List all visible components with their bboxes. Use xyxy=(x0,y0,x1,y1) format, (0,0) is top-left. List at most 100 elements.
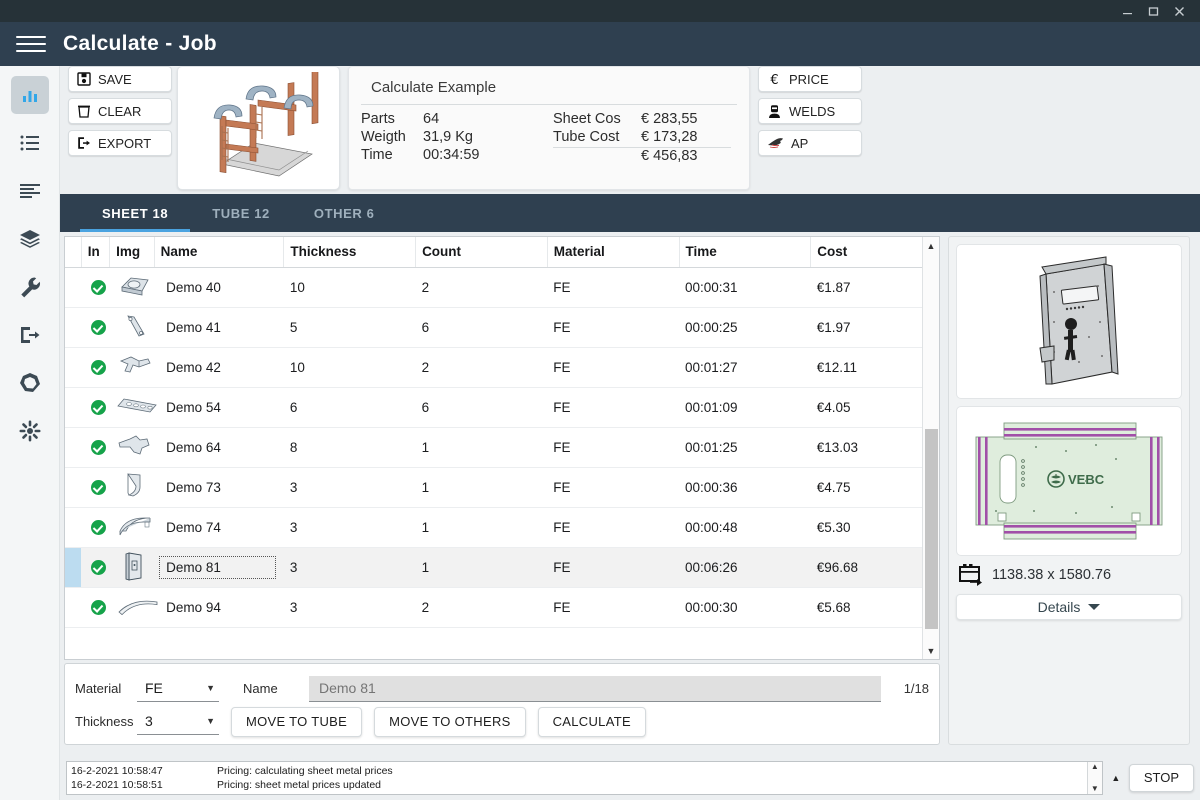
table-scrollbar[interactable]: ▲ ▼ xyxy=(922,237,939,659)
sidebar-item-logout[interactable] xyxy=(11,316,49,354)
row-material[interactable]: FE xyxy=(547,507,679,548)
row-thickness[interactable]: 10 xyxy=(283,347,416,388)
material-select[interactable]: FE ▼ xyxy=(137,675,219,702)
row-thickness[interactable]: 10 xyxy=(283,267,416,308)
col-count[interactable]: Count xyxy=(415,237,548,268)
sidebar-item-layers[interactable] xyxy=(11,220,49,258)
row-include-checkbox[interactable] xyxy=(81,427,110,468)
row-material[interactable]: FE xyxy=(547,267,679,308)
row-include-checkbox[interactable] xyxy=(81,347,110,388)
tab-sheet[interactable]: SHEET 18 xyxy=(80,194,191,232)
row-material[interactable]: FE xyxy=(547,547,679,588)
row-include-checkbox[interactable] xyxy=(81,587,110,628)
row-material[interactable]: FE xyxy=(547,307,679,348)
scroll-up-icon[interactable]: ▲ xyxy=(923,237,939,254)
minimize-button[interactable] xyxy=(1114,0,1140,22)
row-thickness[interactable]: 3 xyxy=(283,467,416,508)
row-thickness[interactable]: 3 xyxy=(283,547,416,588)
row-count[interactable]: 2 xyxy=(415,267,548,308)
row-count[interactable]: 1 xyxy=(415,507,548,548)
welds-button[interactable]: WELDS xyxy=(758,98,862,124)
row-name[interactable]: Demo 42 xyxy=(154,347,284,388)
row-count[interactable]: 6 xyxy=(415,307,548,348)
stop-button[interactable]: STOP xyxy=(1128,763,1194,792)
part-iso-preview[interactable] xyxy=(956,244,1182,399)
sidebar-item-nesting[interactable] xyxy=(11,364,49,402)
scrollbar-thumb[interactable] xyxy=(925,429,938,629)
ap-button[interactable]: AP xyxy=(758,130,862,156)
part-flat-preview[interactable]: VEBC xyxy=(956,406,1182,556)
details-button[interactable]: Details xyxy=(956,594,1182,620)
name-input[interactable] xyxy=(309,675,881,702)
sidebar-item-list[interactable] xyxy=(11,124,49,162)
row-count[interactable]: 1 xyxy=(415,427,548,468)
price-button[interactable]: € PRICE xyxy=(758,66,862,92)
move-to-tube-button[interactable]: MOVE TO TUBE xyxy=(231,706,363,737)
row-name[interactable]: Demo 81 xyxy=(154,547,284,588)
save-button[interactable]: SAVE xyxy=(68,66,172,92)
sidebar-item-dashboard[interactable] xyxy=(10,76,49,114)
row-count[interactable]: 6 xyxy=(415,387,548,428)
thickness-select[interactable]: 3 ▼ xyxy=(137,708,219,735)
scroll-down-icon[interactable]: ▼ xyxy=(923,642,939,659)
table-row[interactable]: Demo 54 6 6 FE 00:01:09 €4.05 xyxy=(65,387,939,428)
export-button[interactable]: EXPORT xyxy=(68,130,172,156)
col-thickness[interactable]: Thickness xyxy=(283,237,417,268)
row-include-checkbox[interactable] xyxy=(81,547,110,588)
col-cost[interactable]: Cost xyxy=(810,237,939,268)
row-thickness[interactable]: 5 xyxy=(283,307,416,348)
move-to-others-button[interactable]: MOVE TO OTHERS xyxy=(374,706,526,737)
table-row[interactable]: Demo 74 3 1 FE 00:00:48 €5.30 xyxy=(65,507,939,548)
row-name[interactable]: Demo 74 xyxy=(154,507,284,548)
row-name[interactable]: Demo 54 xyxy=(154,387,284,428)
row-include-checkbox[interactable] xyxy=(81,507,110,548)
row-thickness[interactable]: 8 xyxy=(283,427,416,468)
row-material[interactable]: FE xyxy=(547,587,679,628)
col-img[interactable]: Img xyxy=(109,237,155,268)
row-name[interactable]: Demo 94 xyxy=(154,587,284,628)
table-row[interactable]: Demo 81 3 1 FE 00:06:26 €96.68 xyxy=(65,547,939,588)
col-time[interactable]: Time xyxy=(679,237,812,268)
row-include-checkbox[interactable] xyxy=(81,307,110,348)
row-material[interactable]: FE xyxy=(547,387,679,428)
row-material[interactable]: FE xyxy=(547,427,679,468)
table-row[interactable]: Demo 94 3 2 FE 00:00:30 €5.68 xyxy=(65,587,939,628)
table-row[interactable]: Demo 40 10 2 FE 00:00:31 €1.87 xyxy=(65,267,939,308)
scroll-down-icon[interactable]: ▼ xyxy=(1091,784,1099,793)
row-thickness[interactable]: 3 xyxy=(283,507,416,548)
sidebar-item-settings[interactable] xyxy=(11,412,49,450)
log-panel[interactable]: 16-2-2021 10:58:47 Pricing: calculating … xyxy=(66,760,1103,795)
row-material[interactable]: FE xyxy=(547,347,679,388)
row-count[interactable]: 2 xyxy=(415,347,548,388)
row-name[interactable]: Demo 40 xyxy=(154,267,284,308)
hamburger-icon[interactable] xyxy=(16,33,46,55)
row-count[interactable]: 2 xyxy=(415,587,548,628)
tab-tube[interactable]: TUBE 12 xyxy=(190,194,292,232)
row-include-checkbox[interactable] xyxy=(81,387,110,428)
table-row[interactable]: Demo 42 10 2 FE 00:01:27 €12.11 xyxy=(65,347,939,388)
tab-other[interactable]: OTHER 6 xyxy=(292,194,397,232)
row-thickness[interactable]: 6 xyxy=(283,387,416,428)
row-include-checkbox[interactable] xyxy=(81,267,110,308)
row-thickness[interactable]: 3 xyxy=(283,587,416,628)
row-name[interactable]: Demo 73 xyxy=(154,467,284,508)
sidebar-item-tools[interactable] xyxy=(11,268,49,306)
sidebar-item-report[interactable] xyxy=(11,172,49,210)
row-count[interactable]: 1 xyxy=(415,467,548,508)
row-material[interactable]: FE xyxy=(547,467,679,508)
col-name[interactable]: Name xyxy=(154,237,285,268)
table-row[interactable]: Demo 64 8 1 FE 00:01:25 €13.03 xyxy=(65,427,939,468)
row-name[interactable]: Demo 64 xyxy=(154,427,284,468)
table-row[interactable]: Demo 73 3 1 FE 00:00:36 €4.75 xyxy=(65,467,939,508)
assembly-preview[interactable] xyxy=(177,66,340,190)
calculate-button[interactable]: CALCULATE xyxy=(537,706,646,737)
row-name[interactable]: Demo 41 xyxy=(154,307,284,348)
maximize-button[interactable] xyxy=(1140,0,1166,22)
scroll-up-icon[interactable]: ▲ xyxy=(1091,762,1099,771)
row-include-checkbox[interactable] xyxy=(81,467,110,508)
log-scrollbar[interactable]: ▲ ▼ xyxy=(1086,761,1102,794)
close-button[interactable] xyxy=(1166,0,1192,22)
row-count[interactable]: 1 xyxy=(415,547,548,588)
clear-button[interactable]: CLEAR xyxy=(68,98,172,124)
col-in[interactable]: In xyxy=(81,237,111,268)
